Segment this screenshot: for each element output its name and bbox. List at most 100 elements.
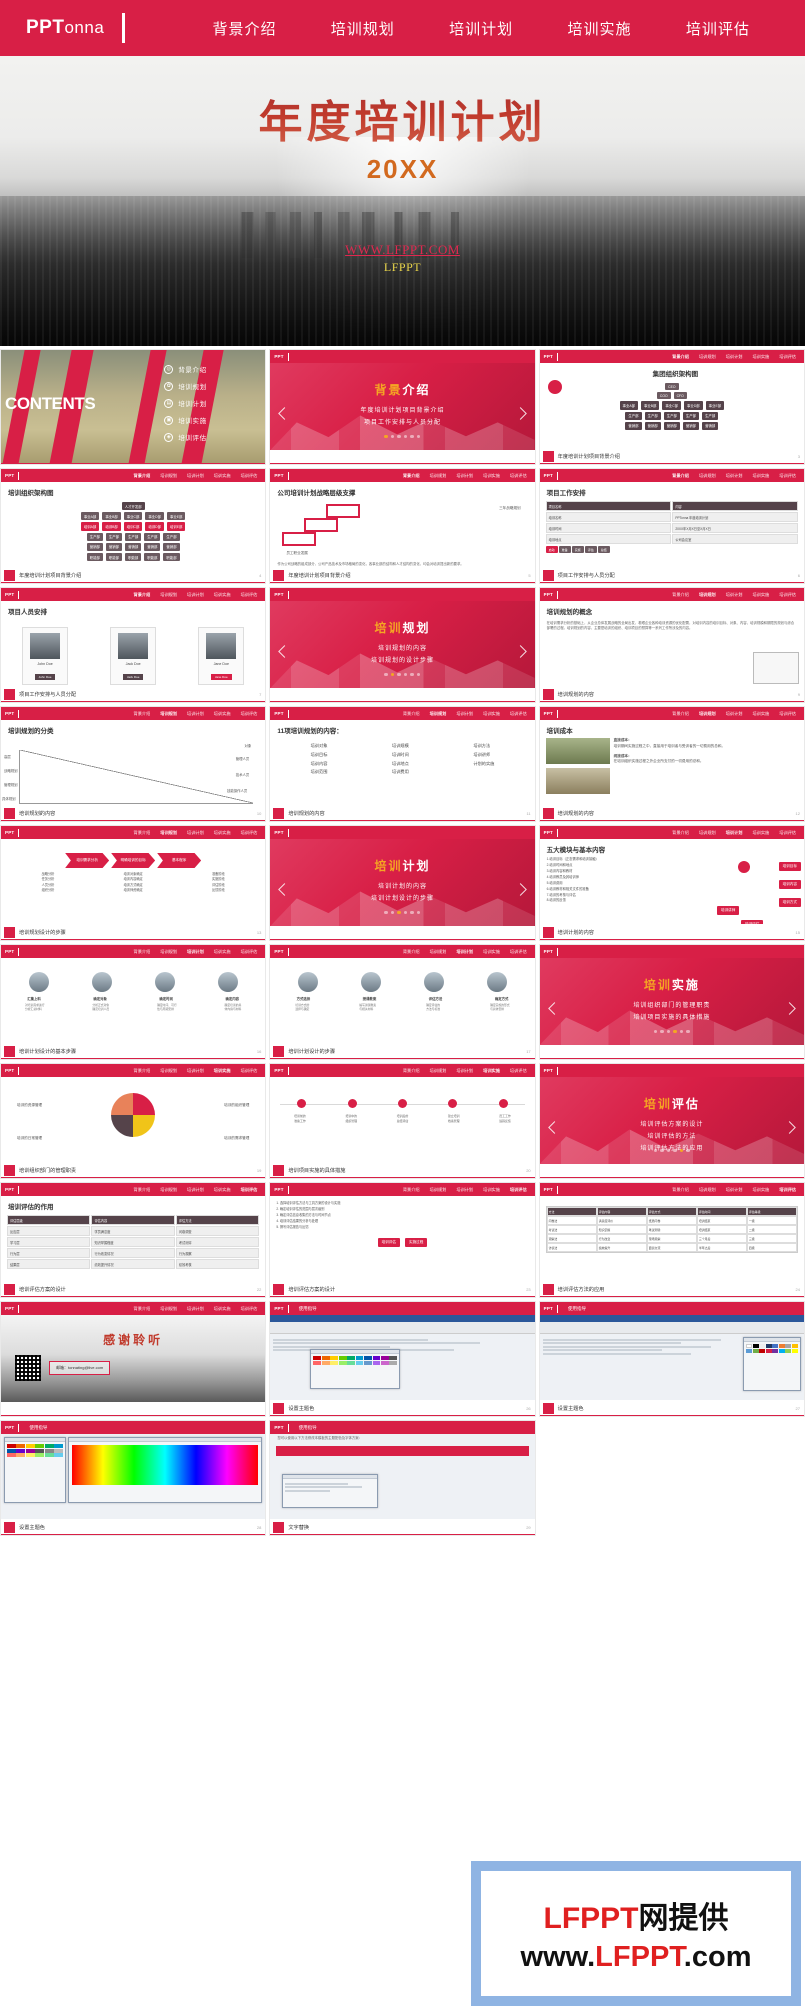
person-card[interactable]: Jack Doe Jack Doe xyxy=(110,627,157,685)
thumb-nav-item[interactable]: 培训规划 xyxy=(430,1068,447,1074)
slide-thumbnail[interactable]: PPT 背景介绍 培训规划 培训计划 培训实施 培训评估 感谢聆听 邮箱：ton… xyxy=(0,1301,267,1417)
thumb-nav-item[interactable]: 培训计划 xyxy=(187,1068,204,1074)
thumb-nav-item[interactable]: 背景介绍 xyxy=(134,592,151,598)
color-spectrum-dialog[interactable] xyxy=(68,1437,263,1503)
theme-color-dialog[interactable] xyxy=(743,1337,801,1391)
thumb-nav-item[interactable]: 培训计划 xyxy=(456,1068,473,1074)
slide-thumbnail[interactable]: PPT 背景介绍 培训规划 培训计划 培训实施 培训评估 1. 选择培训评估方法… xyxy=(269,1182,536,1298)
thumb-nav-item[interactable]: 培训实施 xyxy=(752,592,769,598)
person-card[interactable]: Jane Doe Jane Doe xyxy=(198,627,245,685)
thumb-nav-item[interactable]: 背景介绍 xyxy=(134,711,151,717)
thumb-nav-item[interactable]: 培训计划 xyxy=(187,949,204,955)
slide-thumbnail[interactable]: PPT 使用指导 xyxy=(269,1301,536,1417)
thumb-nav-item[interactable]: 培训评估 xyxy=(779,830,796,836)
thumb-nav-item[interactable]: 背景介绍 xyxy=(403,1187,420,1193)
slide-thumbnail[interactable]: PPT 培训实施 培训组织部门的管理职责 培训项目实施的具体措施 xyxy=(538,944,805,1060)
thumb-nav-item[interactable]: 培训规划 xyxy=(699,830,716,836)
thumb-nav-item[interactable]: 培训评估 xyxy=(241,1187,258,1193)
thumb-nav-item[interactable]: 培训计划 xyxy=(726,1187,743,1193)
thumb-nav-item[interactable]: 培训评估 xyxy=(510,473,527,479)
thumb-nav-item[interactable]: 培训规划 xyxy=(430,1187,447,1193)
thumb-nav-item[interactable]: 培训计划 xyxy=(456,949,473,955)
slide-thumbnail[interactable]: PPT 背景介绍 培训规划 培训计划 培训实施 培训评估 培训组织架构图 人才开… xyxy=(0,468,267,584)
thumb-nav-item[interactable]: 培训规划 xyxy=(160,473,177,479)
color-palette[interactable] xyxy=(5,1442,65,1459)
thumb-nav-item[interactable]: 背景介绍 xyxy=(672,473,689,479)
thumb-nav-item[interactable]: 培训实施 xyxy=(483,1187,500,1193)
thumb-nav-item[interactable]: 培训实施 xyxy=(214,711,231,717)
thumb-nav-item[interactable]: 培训规划 xyxy=(699,354,716,360)
thumb-nav-item[interactable]: 培训实施 xyxy=(483,473,500,479)
slide-thumbnail[interactable]: PPT 背景介绍 培训规划 培训计划 培训实施 培训评估 11项培训规划的内容：… xyxy=(269,706,536,822)
slide-thumbnail[interactable]: PPT 背景介绍 培训规划 培训计划 培训实施 培训评估 培训前的 准备工作 培训… xyxy=(269,1063,536,1179)
thumb-nav-item[interactable]: 培训评估 xyxy=(241,830,258,836)
thumb-nav-item[interactable]: 背景介绍 xyxy=(672,354,689,360)
thumb-nav-item[interactable]: 培训实施 xyxy=(483,1068,500,1074)
contents-menu-item-implementation[interactable]: ▣ 培训实施 xyxy=(164,415,259,425)
slide-thumbnail[interactable]: PPT 背景介绍 培训规划 培训计划 培训实施 培训评估 项目工作安排 项目名称… xyxy=(538,468,805,584)
contents-menu-item-planning[interactable]: ✿ 培训规划 xyxy=(164,381,259,391)
thumb-nav-item[interactable]: 背景介绍 xyxy=(134,473,151,479)
thumb-nav-item[interactable]: 培训计划 xyxy=(456,711,473,717)
thumb-nav-item[interactable]: 培训评估 xyxy=(779,354,796,360)
slide-thumbnail[interactable]: PPT 背景介绍 培训规划 培训计划 培训实施 培训评估 公司培训计划战略层级支… xyxy=(269,468,536,584)
thumb-nav-item[interactable]: 培训评估 xyxy=(779,473,796,479)
person-button[interactable]: Jack Doe xyxy=(122,674,144,680)
thumb-nav-item[interactable]: 培训评估 xyxy=(241,949,258,955)
nav-item-evaluation[interactable]: 培训评估 xyxy=(686,18,750,39)
slide-thumbnail[interactable]: PPT 背景介绍 培训规划 培训计划 培训实施 培训评估 方式选择 授课教案 评… xyxy=(269,944,536,1060)
thumb-nav-item[interactable]: 培训评估 xyxy=(510,711,527,717)
thumb-nav-item[interactable]: 背景介绍 xyxy=(403,949,420,955)
thumb-nav-item[interactable]: 培训计划 xyxy=(456,1187,473,1193)
thumb-nav-item[interactable]: 培训实施 xyxy=(214,1306,231,1312)
thumb-nav-item[interactable]: 培训计划 xyxy=(726,830,743,836)
thumb-nav-item[interactable]: 背景介绍 xyxy=(134,830,151,836)
thumb-nav-item[interactable]: 培训规划 xyxy=(160,1187,177,1193)
thumb-nav-item[interactable]: 培训计划 xyxy=(187,1187,204,1193)
font-replace-dialog[interactable] xyxy=(282,1474,379,1508)
thumb-nav-item[interactable]: 背景介绍 xyxy=(672,711,689,717)
thumb-nav-item[interactable]: 背景介绍 xyxy=(134,949,151,955)
thumb-nav-item[interactable]: 背景介绍 xyxy=(403,711,420,717)
slide-thumbnail[interactable]: PPT 背景介绍 培训规划 培训计划 培训实施 培训评估 培训规划的概念 在培训… xyxy=(538,587,805,703)
thumb-nav-item[interactable]: 培训规划 xyxy=(160,711,177,717)
thumb-nav-item[interactable]: 培训评估 xyxy=(779,592,796,598)
thumb-nav-item[interactable]: 培训评估 xyxy=(241,592,258,598)
nav-item-background[interactable]: 背景介绍 xyxy=(212,18,276,39)
thumb-nav-item[interactable]: 背景介绍 xyxy=(403,473,420,479)
thumb-nav-item[interactable]: 培训评估 xyxy=(241,1068,258,1074)
thumb-nav-item[interactable]: 培训实施 xyxy=(483,711,500,717)
slide-thumbnail[interactable]: PPT 背景介绍 培训规划 培训计划 培训实施 培训评估 项目人员安排 John… xyxy=(0,587,267,703)
slide-thumbnail[interactable]: PPT 使用指导 您可以使用以下方法修改本模板的主题配色及字体方案： 文字替换 … xyxy=(269,1420,536,1536)
thumb-nav-item[interactable]: 背景介绍 xyxy=(672,1187,689,1193)
thumb-nav-item[interactable]: 背景介绍 xyxy=(134,1187,151,1193)
color-dialog[interactable] xyxy=(310,1349,401,1389)
slide-thumbnail[interactable]: PPT 使用指导 xyxy=(538,1301,805,1417)
thumb-nav-item[interactable]: 培训实施 xyxy=(214,473,231,479)
thumb-nav-item[interactable]: 培训实施 xyxy=(214,1068,231,1074)
slide-thumbnail[interactable]: PPT 背景介绍 培训规划 培训计划 培训实施 培训评估 五大模块与基本内容 1… xyxy=(538,825,805,941)
slide-thumbnail[interactable]: PPT 背景介绍 培训规划 培训计划 培训实施 培训评估 培训评估的作用 评估层… xyxy=(0,1182,267,1298)
thumb-nav-item[interactable]: 培训规划 xyxy=(160,949,177,955)
brand-logo[interactable]: PPTonna xyxy=(0,17,104,39)
slide-thumbnail[interactable]: PPT 背景介绍 培训规划 培训计划 培训实施 培训评估 培训的资源管理 培训的… xyxy=(0,1063,267,1179)
thumb-nav-item[interactable]: 培训规划 xyxy=(430,949,447,955)
thumb-nav-item[interactable]: 培训计划 xyxy=(726,711,743,717)
thumb-nav-item[interactable]: 培训计划 xyxy=(187,830,204,836)
thumb-nav-item[interactable]: 培训评估 xyxy=(779,711,796,717)
color-spectrum[interactable] xyxy=(72,1445,259,1485)
thumb-nav-item[interactable]: 培训计划 xyxy=(456,473,473,479)
thumb-nav-item[interactable]: 培训计划 xyxy=(187,473,204,479)
color-palette[interactable] xyxy=(311,1354,399,1367)
thumb-nav-item[interactable]: 培训规划 xyxy=(699,1187,716,1193)
thumb-nav-item[interactable]: 培训规划 xyxy=(699,711,716,717)
thumb-nav-item[interactable]: 培训计划 xyxy=(187,592,204,598)
thumb-nav-item[interactable]: 培训实施 xyxy=(752,473,769,479)
thumb-nav-item[interactable]: 培训实施 xyxy=(214,949,231,955)
thumb-nav-item[interactable]: 培训规划 xyxy=(160,592,177,598)
slide-thumbnail[interactable]: PPT 背景介绍 年度培训计划项目背景介绍 项目工作安排与人员分配 xyxy=(269,349,536,465)
thumb-nav-item[interactable]: 背景介绍 xyxy=(672,592,689,598)
slide-thumbnail[interactable]: PPT 培训评估 培训评估方案的设计 培训评估的方法 培训评估方法的应用 xyxy=(538,1063,805,1179)
slide-thumbnail[interactable]: PPT 使用指导 xyxy=(0,1420,267,1536)
slide-thumbnail[interactable]: PPT 背景介绍 培训规划 培训计划 培训实施 培训评估 方法 评估内容 评估方… xyxy=(538,1182,805,1298)
